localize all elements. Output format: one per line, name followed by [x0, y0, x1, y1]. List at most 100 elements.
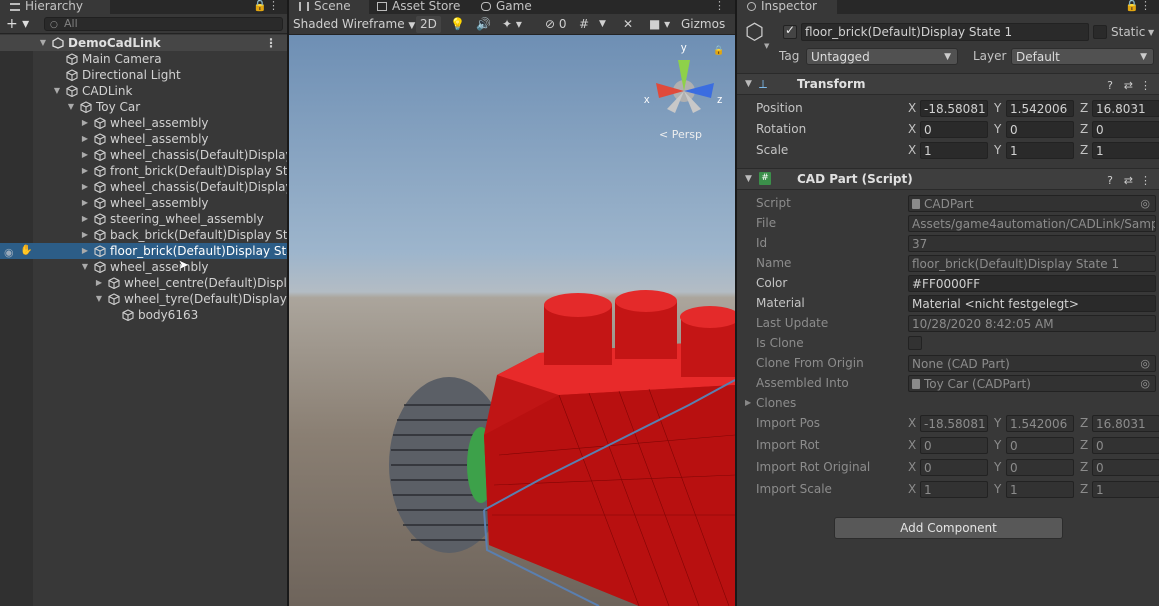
component-menu-icon[interactable]: ⋮ — [1140, 79, 1151, 92]
collapsed-arrow-icon[interactable]: ▶ — [80, 227, 90, 243]
id-field[interactable]: 37 — [908, 235, 1156, 252]
collapse-arrow-icon[interactable]: ▼ — [745, 79, 752, 89]
tab-asset-store[interactable]: Asset Store — [375, 0, 475, 14]
hierarchy-item[interactable]: ▼ CADLink — [33, 83, 287, 99]
import-rot-x-field[interactable]: 0 — [920, 437, 988, 454]
component-menu-icon[interactable]: ⋮ — [1140, 174, 1151, 187]
rotation-x-field[interactable]: 0 — [920, 121, 988, 138]
import-pos-z-field[interactable]: 16.8031 — [1092, 415, 1159, 432]
hierarchy-item[interactable]: ▶ wheel_chassis(Default)Display S — [33, 147, 287, 163]
hierarchy-item[interactable]: ▼ Toy Car — [33, 99, 287, 115]
hierarchy-item[interactable]: body6163 — [33, 307, 287, 323]
tools-icon[interactable]: ✕ — [623, 16, 633, 33]
expanded-arrow-icon[interactable]: ▼ — [80, 259, 90, 275]
scene-viewport[interactable]: y x z < Persp 🔒 — [289, 35, 735, 606]
scene-root-row[interactable]: ▼ DemoCadLink ⋮ — [0, 35, 287, 51]
hierarchy-item[interactable]: ▼ wheel_assembly — [33, 259, 287, 275]
rotation-y-field[interactable]: 0 — [1006, 121, 1074, 138]
last-update-field[interactable]: 10/28/2020 8:42:05 AM — [908, 315, 1156, 332]
clone-from-origin-field[interactable]: None (CAD Part) ◎ — [908, 355, 1156, 372]
collapsed-arrow-icon[interactable]: ▶ — [80, 147, 90, 163]
panel-menu-icon[interactable]: ⋮ — [268, 0, 279, 12]
create-dropdown-button[interactable]: + ▾ — [6, 16, 29, 32]
import-rot-y-field[interactable]: 0 — [1006, 437, 1074, 454]
collapsed-arrow-icon[interactable]: ▶ — [94, 275, 104, 291]
inspector-lock-icon[interactable]: 🔒 — [1125, 0, 1139, 12]
assembled-into-field[interactable]: Toy Car (CADPart) ◎ — [908, 375, 1156, 392]
material-field[interactable]: Material <nicht festgelegt> — [908, 295, 1156, 312]
hierarchy-tab[interactable]: Hierarchy — [0, 0, 110, 14]
name-field[interactable]: floor_brick(Default)Display State 1 — [908, 255, 1156, 272]
object-picker-icon[interactable]: ◎ — [1140, 376, 1150, 391]
hierarchy-search-input[interactable]: ○ All — [44, 17, 283, 31]
toggle-2d-button[interactable]: 2D — [416, 16, 441, 33]
lighting-toggle-icon[interactable]: 💡 — [450, 16, 465, 33]
hidden-objects-toggle[interactable]: ⊘ 0 — [545, 16, 567, 33]
scale-y-field[interactable]: 1 — [1006, 142, 1074, 159]
effects-toggle-icon[interactable]: ✦ ▾ — [502, 16, 522, 33]
file-field[interactable]: Assets/game4automation/CADLink/Sample — [908, 215, 1156, 232]
camera-dropdown-icon[interactable]: ■ ▾ — [649, 16, 670, 33]
expanded-arrow-icon[interactable]: ▼ — [38, 35, 48, 51]
hierarchy-item[interactable]: ▶ steering_wheel_assembly — [33, 211, 287, 227]
help-icon[interactable]: ? — [1107, 79, 1113, 92]
expanded-arrow-icon[interactable]: ▼ — [94, 291, 104, 307]
hierarchy-item[interactable]: ▶ back_brick(Default)Display Stat — [33, 227, 287, 243]
hierarchy-item[interactable]: ▶ wheel_assembly — [33, 195, 287, 211]
static-checkbox[interactable] — [1093, 25, 1107, 39]
static-dropdown-arrow-icon[interactable]: ▼ — [1148, 28, 1154, 37]
scale-x-field[interactable]: 1 — [920, 142, 988, 159]
help-icon[interactable]: ? — [1107, 174, 1113, 187]
position-y-field[interactable]: 1.542006 — [1006, 100, 1074, 117]
hierarchy-item[interactable]: ▶ wheel_assembly — [33, 115, 287, 131]
import-scale-y-field[interactable]: 1 — [1006, 481, 1074, 498]
inspector-menu-icon[interactable]: ⋮ — [1140, 0, 1151, 12]
gizmo-lock-icon[interactable]: 🔒 — [713, 46, 724, 56]
transform-header[interactable]: ▼ ⟂ Transform ? ⇄ ⋮ — [737, 73, 1159, 95]
hierarchy-item[interactable]: ▶ wheel_assembly — [33, 131, 287, 147]
hierarchy-item[interactable]: ▶ front_brick(Default)Display State — [33, 163, 287, 179]
position-x-field[interactable]: -18.58081 — [920, 100, 988, 117]
object-picker-icon[interactable]: ◎ — [1140, 356, 1150, 371]
expanded-arrow-icon[interactable]: ▼ — [52, 83, 62, 99]
tab-scene[interactable]: Scene — [289, 0, 369, 14]
scale-z-field[interactable]: 1 — [1092, 142, 1159, 159]
grid-toggle-icon[interactable]: # — [579, 16, 589, 33]
import-rot-original-y-field[interactable]: 0 — [1006, 459, 1074, 476]
persp-label[interactable]: < Persp — [659, 128, 702, 141]
import-scale-x-field[interactable]: 1 — [920, 481, 988, 498]
presets-icon[interactable]: ⇄ — [1124, 174, 1133, 187]
import-pos-y-field[interactable]: 1.542006 — [1006, 415, 1074, 432]
grid-dropdown-arrow-icon[interactable]: ▼ — [599, 16, 606, 33]
expanded-arrow-icon[interactable]: ▼ — [66, 99, 76, 115]
hierarchy-item[interactable]: ▼ wheel_tyre(Default)Display S — [33, 291, 287, 307]
tab-game[interactable]: Game — [479, 0, 559, 14]
audio-toggle-icon[interactable]: 🔊 — [476, 16, 491, 33]
collapsed-arrow-icon[interactable]: ▶ — [80, 179, 90, 195]
pickability-hand-icon[interactable]: ✋ — [20, 245, 32, 256]
scene-menu-icon[interactable]: ⋮ — [265, 35, 277, 51]
hierarchy-item[interactable]: ▶ floor_brick(Default)Display State — [0, 243, 287, 259]
collapsed-arrow-icon[interactable]: ▶ — [80, 163, 90, 179]
is-clone-checkbox[interactable] — [908, 336, 922, 350]
import-rot-z-field[interactable]: 0 — [1092, 437, 1159, 454]
cad-part-header[interactable]: ▼ # CAD Part (Script) ? ⇄ ⋮ — [737, 168, 1159, 190]
active-checkbox[interactable]: ✓ — [783, 23, 797, 39]
color-field[interactable]: #FF0000FF — [908, 275, 1156, 292]
hierarchy-item[interactable]: ▶ wheel_centre(Default)Display — [33, 275, 287, 291]
add-component-button[interactable]: Add Component — [834, 517, 1063, 539]
collapsed-arrow-icon[interactable]: ▶ — [80, 115, 90, 131]
layer-dropdown[interactable]: Default ▼ — [1011, 48, 1154, 65]
collapsed-arrow-icon[interactable]: ▶ — [80, 195, 90, 211]
presets-icon[interactable]: ⇄ — [1124, 79, 1133, 92]
collapsed-arrow-icon[interactable]: ▶ — [80, 131, 90, 147]
import-pos-x-field[interactable]: -18.58081 — [920, 415, 988, 432]
hierarchy-item[interactable]: Main Camera — [33, 51, 287, 67]
scene-menu-icon[interactable]: ⋮ — [714, 0, 725, 12]
lock-icon[interactable]: 🔒 — [253, 0, 267, 12]
object-picker-icon[interactable]: ◎ — [1140, 196, 1150, 211]
collapsed-arrow-icon[interactable]: ▶ — [80, 243, 90, 259]
script-field[interactable]: CADPart ◎ — [908, 195, 1156, 212]
gizmos-button[interactable]: Gizmos — [681, 16, 725, 33]
shading-mode-dropdown[interactable]: Shaded Wireframe ▼ — [293, 16, 415, 33]
